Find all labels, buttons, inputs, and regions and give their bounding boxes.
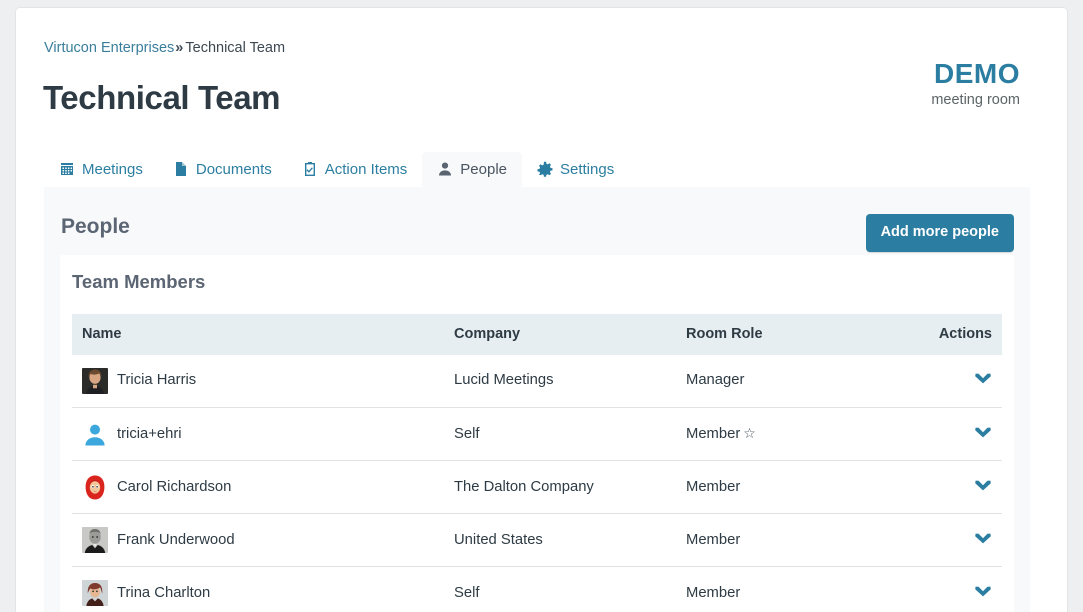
cell-company: Self [444,408,676,461]
cell-name: Carol Richardson [72,461,444,514]
brand-name: DEMO [931,60,1020,88]
cell-role: Member☆ [676,408,902,461]
cell-company: The Dalton Company [444,461,676,514]
checklist-icon [302,161,318,177]
cell-actions [902,461,1002,514]
role-label: Manager [686,372,744,388]
table-row: tricia+ehri Self Member☆ [72,408,1002,461]
panel-title: People [61,216,130,237]
cell-actions [902,408,1002,461]
people-panel: People Add more people Team Members Name… [44,187,1030,612]
person-name: tricia+ehri [117,426,182,444]
cell-role: Member [676,567,902,612]
tab-label: People [460,162,507,177]
breadcrumb-current: Technical Team [185,40,285,56]
tab-people[interactable]: People [422,152,522,187]
role-label: Member [686,532,740,548]
cell-role: Manager [676,355,902,408]
breadcrumb-separator: » [175,40,183,56]
team-members-title: Team Members [60,255,1014,292]
person-icon [437,161,453,177]
table-head: Name Company Room Role Actions [72,314,1002,355]
column-header-company: Company [444,314,676,355]
table-row: Frank Underwood United States Member [72,514,1002,567]
role-label: Member [686,585,740,601]
avatar [82,527,108,553]
breadcrumb-parent-link[interactable]: Virtucon Enterprises [44,40,174,56]
table-header-row: Name Company Room Role Actions [72,314,1002,355]
add-more-people-button[interactable]: Add more people [866,214,1014,252]
cell-role: Member [676,461,902,514]
avatar [82,368,108,394]
cell-actions [902,567,1002,612]
table-row: Tricia Harris Lucid Meetings Manager [72,355,1002,408]
person-name: Carol Richardson [117,479,231,497]
table-row: Carol Richardson The Dalton Company Memb… [72,461,1002,514]
brand-tagline: meeting room [931,93,1020,108]
tab-meetings[interactable]: Meetings [44,152,158,187]
team-members-card: Team Members Name Company Room Role Acti… [60,255,1014,612]
cell-company: United States [444,514,676,567]
avatar [82,580,108,606]
cell-actions [902,355,1002,408]
brand-logo: DEMO meeting room [931,60,1020,108]
tab-settings[interactable]: Settings [522,152,629,187]
tab-label: Meetings [82,162,143,177]
cell-company: Self [444,567,676,612]
chevron-down-icon[interactable] [974,479,992,491]
person-name: Tricia Harris [117,372,196,390]
avatar [82,474,108,500]
tab-label: Documents [196,162,272,177]
page-title: Technical Team [43,78,280,118]
cell-actions [902,514,1002,567]
panel-header: People Add more people [44,187,1030,253]
person-name: Trina Charlton [117,585,210,603]
star-icon[interactable]: ☆ [743,425,756,441]
tab-label: Action Items [325,162,408,177]
chevron-down-icon[interactable] [974,532,992,544]
cell-name: Frank Underwood [72,514,444,567]
chevron-down-icon[interactable] [974,426,992,438]
chevron-down-icon[interactable] [974,585,992,597]
column-header-role: Room Role [676,314,902,355]
column-header-actions: Actions [902,314,1002,355]
cell-name: Trina Charlton [72,567,444,612]
avatar [82,421,108,447]
role-label: Member [686,479,740,495]
gear-icon [537,161,553,177]
cell-name: tricia+ehri [72,408,444,461]
person-name: Frank Underwood [117,532,235,550]
breadcrumb: Virtucon Enterprises»Technical Team [44,40,285,56]
calendar-icon [59,161,75,177]
tab-documents[interactable]: Documents [158,152,287,187]
table-body: Tricia Harris Lucid Meetings Manager [72,355,1002,612]
tab-bar: Meetings Documents Action Items People S [44,149,629,187]
tab-action-items[interactable]: Action Items [287,152,423,187]
cell-role: Member [676,514,902,567]
people-table: Name Company Room Role Actions [72,314,1002,612]
document-icon [173,161,189,177]
cell-name: Tricia Harris [72,355,444,408]
role-label: Member [686,426,740,442]
page-card: Virtucon Enterprises»Technical Team Tech… [16,8,1067,612]
tab-label: Settings [560,162,614,177]
chevron-down-icon[interactable] [974,372,992,384]
table-row: Trina Charlton Self Member [72,567,1002,612]
column-header-name: Name [72,314,444,355]
cell-company: Lucid Meetings [444,355,676,408]
